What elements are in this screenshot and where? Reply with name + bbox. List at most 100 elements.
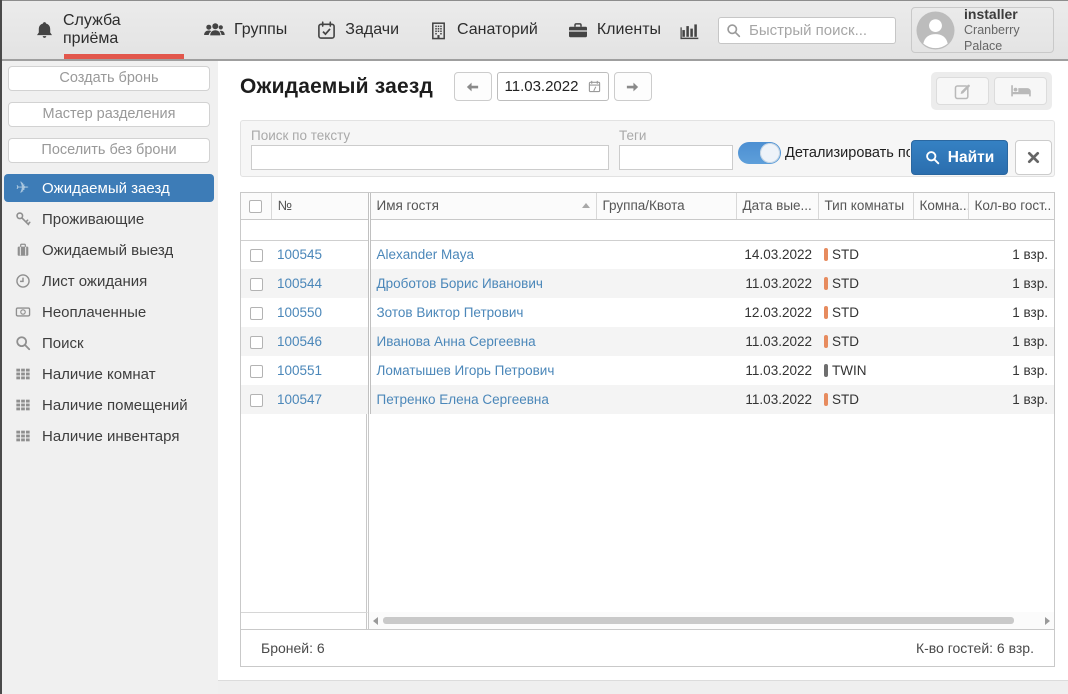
room-type-cell: STD bbox=[818, 327, 913, 356]
guest-count: 1 взр. bbox=[968, 269, 1054, 298]
hscroll-left-arrow[interactable] bbox=[373, 617, 378, 625]
user-menu[interactable]: installer Cranberry Palace bbox=[911, 7, 1054, 53]
booking-number-link[interactable]: 100547 bbox=[277, 392, 322, 407]
select-all-checkbox[interactable] bbox=[249, 200, 262, 213]
clear-filters-button[interactable] bbox=[1015, 140, 1052, 175]
select-all-cell[interactable] bbox=[241, 193, 271, 219]
guest-count: 1 взр. bbox=[968, 327, 1054, 356]
table-row[interactable]: 100551 Ломатышев Игорь Петрович 11.03.20… bbox=[241, 356, 1054, 385]
guest-count: 1 взр. bbox=[968, 356, 1054, 385]
row-checkbox[interactable] bbox=[250, 307, 263, 320]
find-button[interactable]: Найти bbox=[911, 140, 1008, 175]
sidebar-item-label: Неоплаченные bbox=[42, 304, 146, 321]
row-checkbox[interactable] bbox=[250, 336, 263, 349]
col-number[interactable]: № bbox=[271, 193, 369, 219]
sidebar-item-premises-availability[interactable]: Наличие помещений bbox=[4, 391, 214, 419]
text-search-input[interactable] bbox=[251, 145, 609, 170]
date-input[interactable]: 11.03.2022 bbox=[497, 72, 609, 101]
tab-groups[interactable]: Группы bbox=[188, 1, 302, 59]
table-row[interactable]: 100550 Зотов Виктор Петрович 12.03.2022 … bbox=[241, 298, 1054, 327]
checkin-bed-button[interactable] bbox=[994, 77, 1047, 105]
room-type-cell: TWIN bbox=[818, 356, 913, 385]
next-date-button[interactable] bbox=[614, 72, 652, 101]
plane-icon: ✈ bbox=[13, 178, 32, 198]
guest-name-link[interactable]: Зотов Виктор Петрович bbox=[377, 305, 524, 320]
quick-search bbox=[718, 17, 896, 44]
search-icon bbox=[13, 335, 32, 351]
booking-number-link[interactable]: 100550 bbox=[277, 305, 322, 320]
departure-date: 11.03.2022 bbox=[736, 327, 818, 356]
reports-button[interactable] bbox=[676, 19, 703, 42]
sidebar-item-expected-arrival[interactable]: ✈ Ожидаемый заезд bbox=[4, 174, 214, 202]
tab-sanatorium[interactable]: Санаторий bbox=[414, 1, 553, 59]
row-checkbox[interactable] bbox=[250, 394, 263, 407]
sidebar-item-residents[interactable]: Проживающие bbox=[4, 205, 214, 233]
room-type-color-bar bbox=[824, 306, 828, 319]
departure-date: 11.03.2022 bbox=[736, 385, 818, 414]
col-guest-count[interactable]: Кол-во гост.. bbox=[968, 193, 1054, 219]
split-wizard-button[interactable]: Мастер разделения bbox=[8, 102, 210, 127]
booking-number-link[interactable]: 100544 bbox=[277, 276, 322, 291]
row-checkbox[interactable] bbox=[250, 249, 263, 262]
hscroll-track[interactable] bbox=[381, 617, 1042, 625]
table-header-row: № Имя гостя Группа/Квота Дата вые... Тип… bbox=[241, 193, 1054, 219]
tags-input[interactable] bbox=[619, 145, 733, 170]
table-row[interactable]: 100544 Дроботов Борис Иванович 11.03.202… bbox=[241, 269, 1054, 298]
booking-number-link[interactable]: 100546 bbox=[277, 334, 322, 349]
departure-date: 14.03.2022 bbox=[736, 240, 818, 269]
detail-toggle[interactable] bbox=[738, 142, 781, 164]
app-window: Служба приёма Группы Задачи Санаторий Кл… bbox=[0, 0, 1068, 694]
grid-icon bbox=[13, 366, 32, 382]
col-group-quota[interactable]: Группа/Квота bbox=[596, 193, 736, 219]
room-type-color-bar bbox=[824, 364, 828, 377]
sidebar-item-label: Наличие комнат bbox=[42, 366, 156, 383]
room-type-color-bar bbox=[824, 393, 828, 406]
bookings-count: Броней: 6 bbox=[261, 640, 325, 656]
window-left-edge bbox=[0, 0, 2, 694]
sidebar-item-room-availability[interactable]: Наличие комнат bbox=[4, 360, 214, 388]
sidebar-item-unpaid[interactable]: Неоплаченные bbox=[4, 298, 214, 326]
col-room-type[interactable]: Тип комнаты bbox=[818, 193, 913, 219]
room-type-color-bar bbox=[824, 335, 828, 348]
row-checkbox[interactable] bbox=[250, 278, 263, 291]
sidebar-item-label: Наличие помещений bbox=[42, 397, 188, 414]
grid-icon bbox=[13, 428, 32, 444]
create-booking-button[interactable]: Создать бронь bbox=[8, 66, 210, 91]
tab-label: Санаторий bbox=[457, 21, 538, 39]
guest-name-link[interactable]: Дроботов Борис Иванович bbox=[377, 276, 543, 291]
sidebar-item-waiting-list[interactable]: Лист ожидания bbox=[4, 267, 214, 295]
col-departure-date[interactable]: Дата вые... bbox=[736, 193, 818, 219]
sidebar-item-expected-departure[interactable]: Ожидаемый выезд bbox=[4, 236, 214, 264]
tab-tasks[interactable]: Задачи bbox=[302, 1, 414, 59]
departure-date: 11.03.2022 bbox=[736, 356, 818, 385]
sidebar-item-inventory-availability[interactable]: Наличие инвентаря bbox=[4, 422, 214, 450]
suitcase-icon bbox=[13, 242, 32, 258]
tab-clients[interactable]: Клиенты bbox=[553, 1, 676, 59]
col-room[interactable]: Комна... bbox=[913, 193, 968, 219]
table-row[interactable]: 100547 Петренко Елена Сергеевна 11.03.20… bbox=[241, 385, 1054, 414]
table-row[interactable]: 100546 Иванова Анна Сергеевна 11.03.2022… bbox=[241, 327, 1054, 356]
bar-chart-icon bbox=[679, 21, 700, 40]
booking-number-link[interactable]: 100551 bbox=[277, 363, 322, 378]
sidebar-item-search[interactable]: Поиск bbox=[4, 329, 214, 357]
guest-name-link[interactable]: Иванова Анна Сергеевна bbox=[377, 334, 536, 349]
edit-button[interactable] bbox=[936, 77, 989, 105]
row-checkbox[interactable] bbox=[250, 365, 263, 378]
tab-reception[interactable]: Служба приёма bbox=[20, 1, 188, 59]
topbar-right-section: installer Cranberry Palace bbox=[676, 7, 1068, 53]
col-guest-name[interactable]: Имя гостя bbox=[369, 193, 596, 219]
room-type-cell: STD bbox=[818, 385, 913, 414]
prev-date-button[interactable] bbox=[454, 72, 492, 101]
guest-name-link[interactable]: Петренко Елена Сергеевна bbox=[377, 392, 549, 407]
table-row[interactable]: 100545 Alexander Maya 14.03.2022 STD 1 в… bbox=[241, 240, 1054, 269]
booking-number-link[interactable]: 100545 bbox=[277, 247, 322, 262]
hscroll-thumb[interactable] bbox=[383, 617, 1014, 624]
hscroll-right-arrow[interactable] bbox=[1045, 617, 1050, 625]
guest-name-link[interactable]: Ломатышев Игорь Петрович bbox=[377, 363, 555, 378]
quick-search-input[interactable] bbox=[718, 17, 896, 44]
departure-date: 11.03.2022 bbox=[736, 269, 818, 298]
checkin-without-booking-button[interactable]: Поселить без брони bbox=[8, 138, 210, 163]
column-filter-row bbox=[241, 219, 1054, 240]
guest-name-link[interactable]: Alexander Maya bbox=[377, 247, 475, 262]
toggle-knob bbox=[760, 143, 780, 163]
